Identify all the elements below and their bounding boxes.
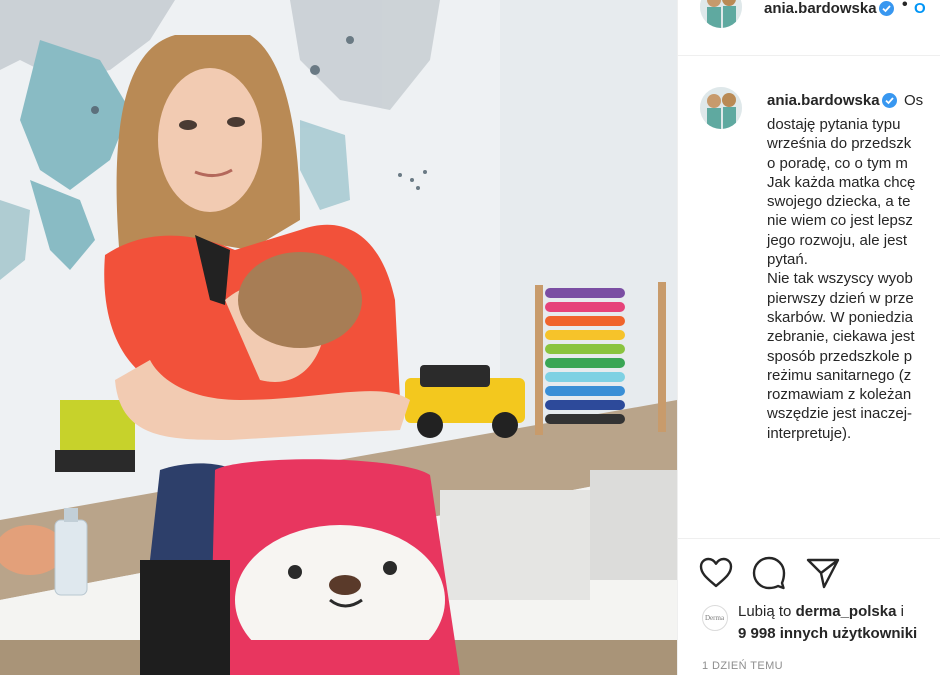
post-photo-image <box>0 0 677 675</box>
post-photo[interactable] <box>0 0 677 675</box>
post-side-panel: ania.bardowska • O ania.bardowska Os dos… <box>677 0 940 675</box>
caption-line: reżimu sanitarnego (z <box>767 366 912 384</box>
liker-username[interactable]: derma_polska <box>796 603 897 620</box>
comment-icon[interactable] <box>751 555 787 591</box>
caption-author-avatar[interactable] <box>700 87 742 129</box>
liker-avatar-text: Derma <box>705 614 725 622</box>
verified-badge-icon <box>879 1 894 16</box>
caption-line: swojego dziecka, a te <box>767 193 911 211</box>
likes-line: Lubią to derma_polska i <box>738 603 904 620</box>
caption-line: Jak każda matka chcę <box>767 173 916 191</box>
likes-count-others[interactable]: 9 998 innych użytkowniki <box>738 625 917 642</box>
caption-line: pierwszy dzień w prze <box>767 289 914 307</box>
header-separator: • <box>902 0 908 13</box>
caption-line: września do przedszk <box>767 135 912 153</box>
caption-line: pytań. <box>767 251 808 269</box>
caption-author-username[interactable]: ania.bardowska <box>767 92 880 109</box>
follow-button[interactable]: O <box>914 0 926 17</box>
caption-line: dostaję pytania typu <box>767 116 901 133</box>
caption-line: zebranie, ciekawa jest <box>767 328 915 346</box>
liker-avatar[interactable]: Derma <box>702 605 728 631</box>
caption-line: nie wiem co jest lepsz <box>767 212 913 230</box>
heart-icon[interactable] <box>698 555 734 591</box>
caption-text: dostaję pytania typu września do przedsz… <box>767 115 940 443</box>
caption-line: rozmawiam z koleżan <box>767 386 912 404</box>
caption-line: sposób przedszkole p <box>767 347 913 365</box>
caption-line: jego rozwoju, ale jest <box>767 231 908 249</box>
post-actions: Derma Lubią to derma_polska i 9 998 inny… <box>678 538 940 675</box>
paper-plane-icon[interactable] <box>805 555 841 591</box>
likes-summary[interactable]: Derma Lubią to derma_polska i 9 998 inny… <box>702 599 940 645</box>
verified-badge-icon <box>882 93 897 108</box>
caption-line: o poradę, co o tym m <box>767 154 908 172</box>
post-header: ania.bardowska • O <box>678 0 940 56</box>
likes-prefix: Lubią to <box>738 603 792 620</box>
caption-line: skarbów. W poniedzia <box>767 308 913 326</box>
caption-line: interpretuje). <box>767 424 852 442</box>
caption-text-start: Os <box>904 92 924 109</box>
caption-line: Nie tak wszyscy wyob <box>767 270 913 288</box>
post-caption: ania.bardowska Os dostaję pytania typu w… <box>678 56 940 538</box>
author-avatar[interactable] <box>700 0 742 28</box>
author-username[interactable]: ania.bardowska <box>764 0 877 17</box>
likes-connector: i <box>900 603 904 620</box>
post-timestamp[interactable]: 1 DZIEŃ TEMU <box>702 660 783 672</box>
caption-line: wszędzie jest inaczej- <box>767 405 913 423</box>
